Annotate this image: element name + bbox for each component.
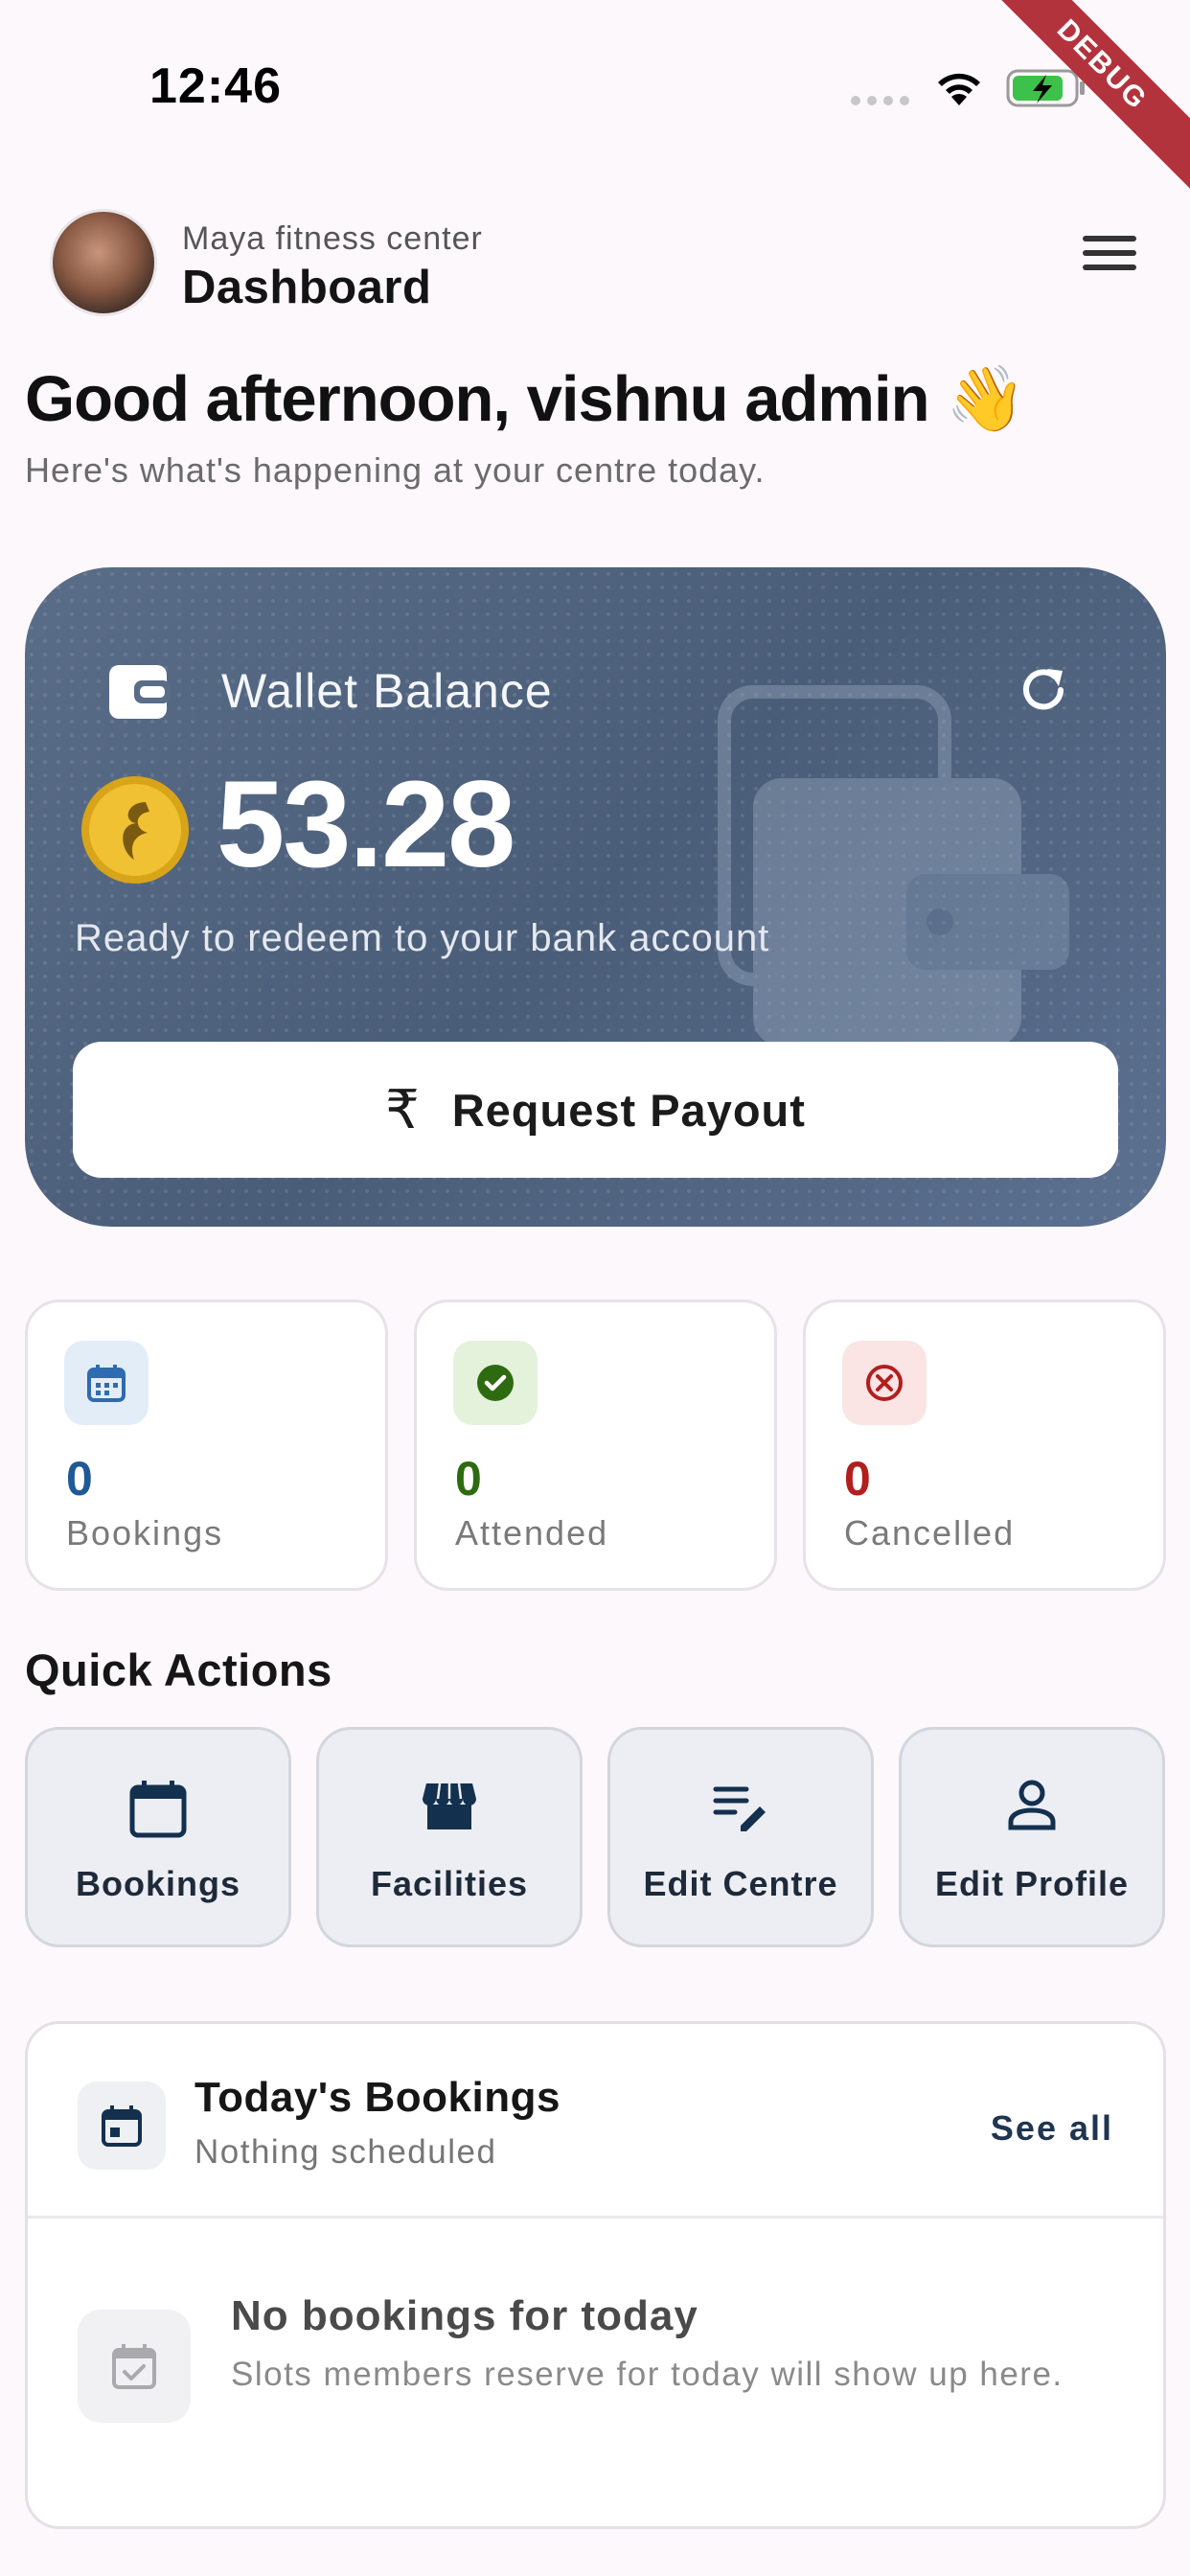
app-header: Maya fitness center Dashboard (50, 209, 1140, 316)
stat-label: Attended (455, 1513, 609, 1552)
wallet-icon (109, 665, 171, 719)
cellular-signal-icon (851, 96, 909, 105)
page-title: Dashboard (182, 262, 432, 313)
stat-label: Bookings (66, 1513, 224, 1552)
request-payout-button[interactable]: ₹ Request Payout (73, 1042, 1118, 1178)
quick-action-bookings[interactable]: Bookings (25, 1727, 291, 1947)
status-bar: 12:46 DEBUG (0, 0, 1190, 192)
quick-action-label: Edit Centre (643, 1864, 838, 1903)
calendar-icon (28, 1778, 288, 1839)
quick-action-label: Edit Profile (934, 1864, 1130, 1903)
stat-card-cancelled: 0 Cancelled (803, 1300, 1166, 1591)
quick-actions-title: Quick Actions (25, 1644, 332, 1695)
divider (28, 2216, 1163, 2219)
stats-row: 0 Bookings 0 Attended 0 Cancelled (25, 1300, 1166, 1591)
event-available-icon (78, 2310, 191, 2423)
todays-bookings-subtitle: Nothing scheduled (195, 2133, 497, 2171)
cancel-circle-icon (842, 1341, 927, 1425)
edit-note-icon (610, 1778, 871, 1835)
wallet-subtitle: Ready to redeem to your bank account (75, 917, 770, 959)
check-circle-icon (453, 1341, 538, 1425)
quick-action-edit-profile[interactable]: Edit Profile (899, 1727, 1165, 1947)
empty-state-title: No bookings for today (231, 2292, 698, 2339)
greeting-title: Good afternoon, vishnu admin 👋 (25, 363, 1026, 435)
stat-label: Cancelled (844, 1513, 1016, 1552)
coin-icon (81, 776, 189, 884)
person-icon (902, 1778, 1162, 1831)
calendar-icon (64, 1341, 149, 1425)
storefront-icon (319, 1778, 580, 1833)
wallet-amount: 53.28 (217, 756, 515, 893)
stat-value: 0 (66, 1452, 93, 1506)
event-icon (78, 2082, 166, 2170)
see-all-link[interactable]: See all (991, 2108, 1113, 2149)
request-payout-label: Request Payout (451, 1084, 806, 1136)
avatar[interactable] (50, 209, 157, 316)
centre-name: Maya fitness center (182, 220, 483, 257)
empty-state-subtitle: Slots members reserve for today will sho… (231, 2356, 1064, 2393)
todays-bookings-card: Today's Bookings Nothing scheduled See a… (25, 2021, 1166, 2529)
wifi-icon (938, 73, 980, 105)
stat-value: 0 (455, 1452, 482, 1506)
wallet-label: Wallet Balance (221, 664, 553, 718)
quick-action-label: Facilities (370, 1864, 529, 1903)
status-time: 12:46 (149, 58, 282, 114)
rupee-icon: ₹ (385, 1079, 420, 1139)
stat-card-attended: 0 Attended (414, 1300, 777, 1591)
greeting-subtitle: Here's what's happening at your centre t… (25, 450, 766, 490)
todays-bookings-title: Today's Bookings (195, 2074, 561, 2121)
quick-action-label: Bookings (75, 1864, 240, 1903)
hamburger-icon (1083, 236, 1136, 242)
wallet-card: Wallet Balance 53.28 Ready to redeem to … (25, 567, 1166, 1227)
menu-button[interactable] (1083, 236, 1140, 284)
stat-card-bookings: 0 Bookings (25, 1300, 388, 1591)
stat-value: 0 (844, 1452, 871, 1506)
wallet-background-icon (718, 685, 1069, 1046)
quick-action-edit-centre[interactable]: Edit Centre (607, 1727, 874, 1947)
refresh-icon[interactable] (1015, 661, 1072, 719)
quick-action-facilities[interactable]: Facilities (316, 1727, 583, 1947)
